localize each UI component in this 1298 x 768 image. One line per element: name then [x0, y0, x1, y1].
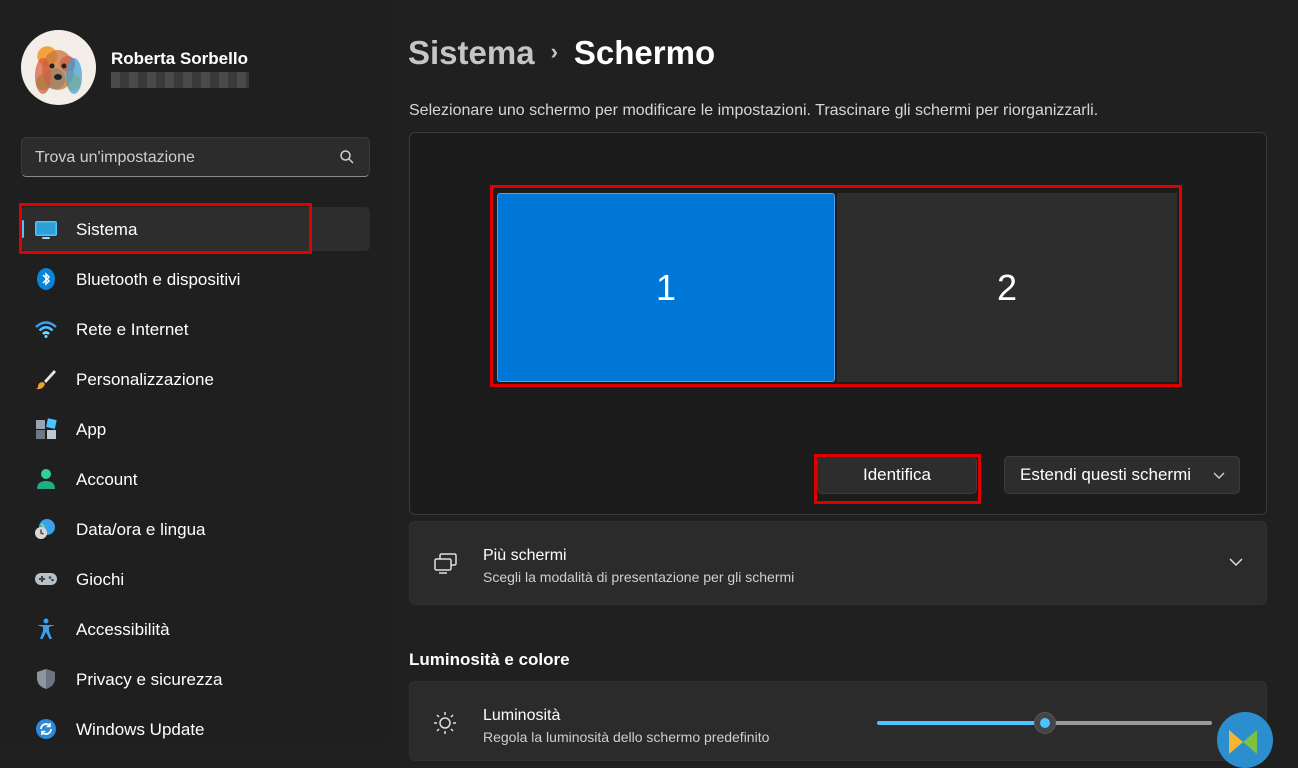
- brightness-slider-thumb[interactable]: [1034, 712, 1056, 734]
- sidebar-item-data-ora[interactable]: Data/ora e lingua: [21, 507, 370, 551]
- bluetooth-icon: [37, 268, 55, 290]
- update-icon: [36, 719, 56, 739]
- display-mode-value: Estendi questi schermi: [1020, 465, 1192, 484]
- accessibility-icon: [37, 618, 55, 639]
- search-icon[interactable]: [339, 149, 355, 165]
- sidebar-item-giochi[interactable]: Giochi: [21, 557, 370, 601]
- brightness-title: Luminosità: [483, 707, 561, 724]
- sidebar-item-label: Data/ora e lingua: [76, 520, 206, 539]
- wifi-icon: [35, 321, 57, 338]
- breadcrumb: Sistema › Schermo: [408, 34, 715, 72]
- shield-icon: [37, 669, 55, 689]
- sun-icon: [434, 712, 456, 734]
- sidebar-item-bluetooth[interactable]: Bluetooth e dispositivi: [21, 257, 370, 301]
- monitor-icon: [35, 221, 57, 239]
- sidebar-item-app[interactable]: App: [21, 407, 370, 451]
- page-title: Schermo: [573, 34, 716, 71]
- settings-search-input[interactable]: Trova un'impostazione: [21, 137, 370, 177]
- active-indicator: [21, 220, 24, 238]
- user-email-redacted: [111, 72, 249, 88]
- app-logo-icon: [1217, 712, 1273, 768]
- search-placeholder: Trova un'impostazione: [35, 149, 195, 166]
- brightness-slider-track[interactable]: [1045, 721, 1212, 725]
- sidebar-item-personalizzazione[interactable]: Personalizzazione: [21, 357, 370, 401]
- identify-button[interactable]: Identifica: [817, 456, 977, 494]
- multiple-displays-icon: [434, 553, 457, 574]
- sidebar-item-accessibilita[interactable]: Accessibilità: [21, 607, 370, 651]
- monitor-2[interactable]: 2: [837, 193, 1177, 382]
- user-avatar[interactable]: [21, 30, 96, 105]
- breadcrumb-separator: ›: [550, 39, 558, 64]
- sidebar-item-label: Windows Update: [76, 720, 205, 739]
- gamepad-icon: [35, 573, 57, 585]
- sidebar-item-label: App: [76, 420, 107, 439]
- brightness-color-section-title: Luminosità e colore: [409, 650, 570, 669]
- sidebar-item-label: Bluetooth e dispositivi: [76, 270, 241, 289]
- sidebar-item-label: Personalizzazione: [76, 370, 214, 389]
- multiple-displays-card[interactable]: Più schermi Scegli la modalità di presen…: [409, 521, 1267, 605]
- sidebar: Roberta Sorbello Trova un'impostazione S…: [0, 0, 390, 742]
- multiple-displays-title: Più schermi: [483, 547, 567, 564]
- account-icon: [37, 469, 55, 489]
- breadcrumb-parent[interactable]: Sistema: [408, 34, 535, 71]
- chevron-down-icon[interactable]: [1228, 556, 1244, 568]
- brightness-subtitle: Regola la luminosità dello schermo prede…: [483, 729, 770, 745]
- brush-icon: [36, 370, 56, 390]
- multiple-displays-subtitle: Scegli la modalità di presentazione per …: [483, 569, 795, 585]
- chevron-down-icon: [1213, 472, 1225, 479]
- apps-icon: [36, 418, 57, 439]
- globe-clock-icon: [35, 519, 55, 539]
- sidebar-item-sistema[interactable]: Sistema: [21, 207, 370, 251]
- sidebar-item-privacy[interactable]: Privacy e sicurezza: [21, 657, 370, 701]
- sidebar-item-label: Sistema: [76, 220, 138, 239]
- sidebar-item-account[interactable]: Account: [21, 457, 370, 501]
- user-name: Roberta Sorbello: [111, 49, 248, 68]
- display-instructions: Selezionare uno schermo per modificare l…: [409, 102, 1099, 119]
- display-mode-dropdown[interactable]: Estendi questi schermi: [1004, 456, 1240, 494]
- brightness-slider-fill[interactable]: [877, 721, 1045, 725]
- sidebar-item-rete[interactable]: Rete e Internet: [21, 307, 370, 351]
- sidebar-item-label: Privacy e sicurezza: [76, 670, 223, 689]
- sidebar-item-label: Rete e Internet: [76, 320, 189, 339]
- sidebar-item-label: Accessibilità: [76, 620, 170, 639]
- sidebar-item-windows-update[interactable]: Windows Update: [21, 707, 370, 751]
- sidebar-item-label: Giochi: [76, 570, 125, 589]
- monitor-1[interactable]: 1: [497, 193, 835, 382]
- sidebar-item-label: Account: [76, 470, 138, 489]
